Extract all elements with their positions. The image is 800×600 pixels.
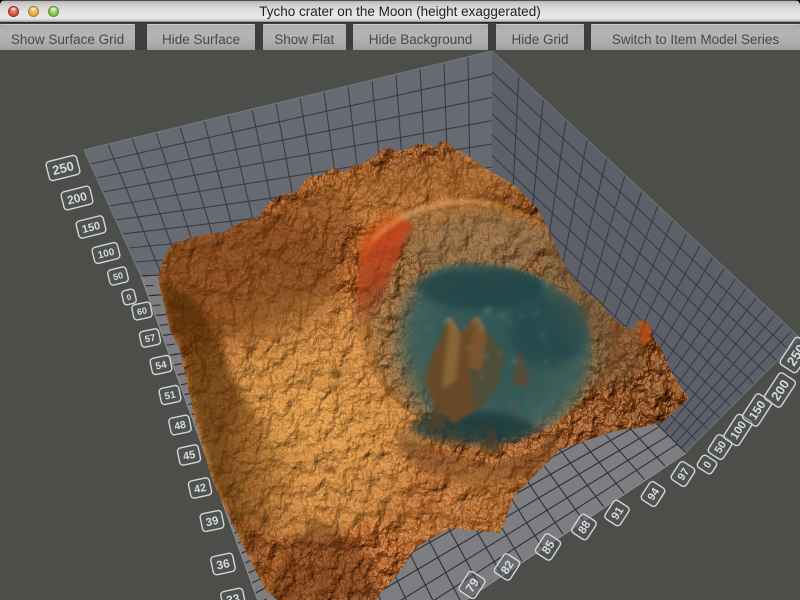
svg-text:45: 45	[182, 449, 196, 463]
svg-text:57: 57	[144, 332, 157, 345]
svg-text:42: 42	[193, 482, 207, 496]
svg-text:60: 60	[136, 305, 148, 317]
